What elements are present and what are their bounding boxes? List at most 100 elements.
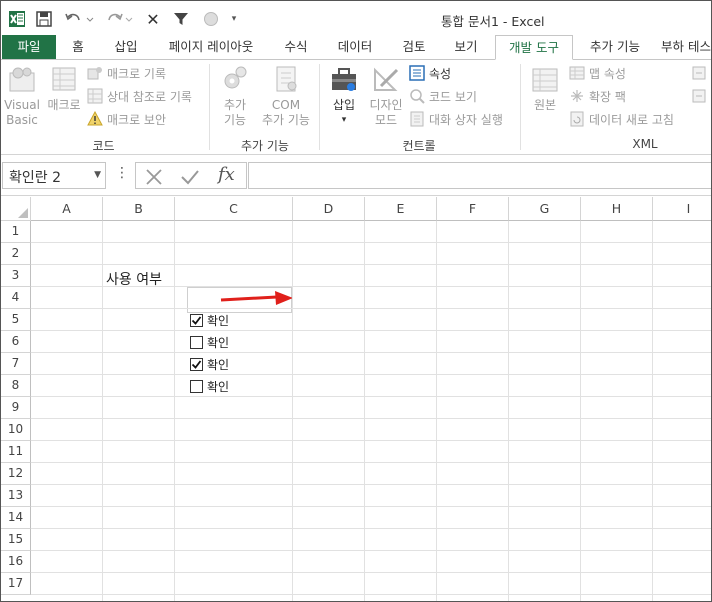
red-arrow-icon xyxy=(220,291,293,305)
view-code-button[interactable]: 코드 보기 xyxy=(409,86,477,106)
gridline-horizontal xyxy=(31,308,711,309)
tab-review[interactable]: 검토 xyxy=(393,35,435,60)
tab-load-test[interactable]: 부하 테스트 xyxy=(661,35,711,60)
checkbox-checked-icon[interactable] xyxy=(190,313,203,327)
column-header-g[interactable]: G xyxy=(509,197,581,221)
tab-view[interactable]: 보기 xyxy=(445,35,487,60)
column-header-a[interactable]: A xyxy=(31,197,103,221)
gridline-horizontal xyxy=(31,396,711,397)
expansion-packs-button[interactable]: 확장 팩 xyxy=(569,86,626,106)
tab-addins[interactable]: 추가 기능 xyxy=(581,35,649,60)
column-header-f[interactable]: F xyxy=(437,197,509,221)
expansion-packs-label: 확장 팩 xyxy=(589,89,626,104)
tab-data[interactable]: 데이터 xyxy=(327,35,383,60)
insert-control-button[interactable]: 삽입 ▾ xyxy=(325,64,363,128)
title-bar: ✕ ▾ 통합 문서1 - Excel xyxy=(1,1,711,37)
redo-icon[interactable] xyxy=(103,10,135,28)
name-box[interactable]: 확인란 2 ▼ xyxy=(2,162,106,189)
run-dialog-label: 대화 상자 실행 xyxy=(429,112,503,127)
addins-button[interactable]: 추가 기능 xyxy=(215,64,255,128)
select-all-corner[interactable] xyxy=(1,197,31,221)
visual-basic-button[interactable]: Visual Basic xyxy=(3,64,41,128)
cancel-icon[interactable] xyxy=(145,168,163,186)
tab-page-layout[interactable]: 페이지 레이아웃 xyxy=(159,35,263,60)
checkbox-unchecked-icon[interactable] xyxy=(190,335,203,349)
tab-formulas[interactable]: 수식 xyxy=(275,35,317,60)
form-checkbox[interactable]: 확인 xyxy=(190,310,229,330)
expansion-packs-icon xyxy=(569,88,585,104)
design-mode-button[interactable]: 디자인 모드 xyxy=(365,64,407,128)
com-addins-button[interactable]: COM 추가 기능 xyxy=(257,64,315,128)
row-header-13[interactable]: 13 xyxy=(1,485,31,507)
column-header-e[interactable]: E xyxy=(365,197,437,221)
row-header-10[interactable]: 10 xyxy=(1,419,31,441)
row-header-17[interactable]: 17 xyxy=(1,573,31,595)
column-header-b[interactable]: B xyxy=(103,197,175,221)
tab-developer[interactable]: 개발 도구 xyxy=(495,35,573,60)
macros-button[interactable]: 매크로 xyxy=(43,64,85,113)
row-header-3[interactable]: 3 xyxy=(1,265,31,287)
customize-qat-icon[interactable]: ▾ xyxy=(227,10,241,28)
addins-label-1: 추가 xyxy=(223,98,247,112)
properties-button[interactable]: 속성 xyxy=(409,63,451,83)
column-header-h[interactable]: H xyxy=(581,197,653,221)
form-checkbox[interactable]: 확인 xyxy=(190,376,229,396)
form-checkbox[interactable]: 확인 xyxy=(190,354,229,374)
row-header-12[interactable]: 12 xyxy=(1,463,31,485)
gridline-horizontal xyxy=(31,418,711,419)
undo-icon[interactable] xyxy=(63,10,95,28)
formula-buttons: fx xyxy=(135,162,247,189)
formula-input[interactable] xyxy=(248,162,711,189)
tab-home[interactable]: 홈 xyxy=(61,35,95,60)
export-button[interactable] xyxy=(691,86,711,106)
relative-refs-button[interactable]: 상대 참조로 기록 xyxy=(87,86,192,106)
run-dialog-button[interactable]: 대화 상자 실행 xyxy=(409,109,503,129)
window-title: 통합 문서1 - Excel xyxy=(441,14,545,29)
refresh-data-button[interactable]: 데이터 새로 고침 xyxy=(569,109,674,129)
macro-security-button[interactable]: 매크로 보안 xyxy=(87,109,166,129)
row-header-6[interactable]: 6 xyxy=(1,331,31,353)
checkbox-unchecked-icon[interactable] xyxy=(190,379,203,393)
form-checkbox[interactable]: 확인 xyxy=(190,332,229,352)
gridline-vertical xyxy=(174,221,175,601)
gridline-vertical xyxy=(652,221,653,601)
tab-file[interactable]: 파일 xyxy=(2,35,56,60)
save-icon[interactable] xyxy=(34,10,54,28)
row-header-9[interactable]: 9 xyxy=(1,397,31,419)
row-header-1[interactable]: 1 xyxy=(1,221,31,243)
ribbon-tabs: 파일 홈 삽입 페이지 레이아웃 수식 데이터 검토 보기 개발 도구 추가 기… xyxy=(1,35,711,60)
column-header-c[interactable]: C xyxy=(175,197,293,221)
row-header-5[interactable]: 5 xyxy=(1,309,31,331)
row-header-14[interactable]: 14 xyxy=(1,507,31,529)
row-header-7[interactable]: 7 xyxy=(1,353,31,375)
run-dialog-icon xyxy=(409,111,425,127)
column-header-i[interactable]: I xyxy=(653,197,711,221)
more-options-icon[interactable]: ⋮ xyxy=(115,165,129,181)
row-header-4[interactable]: 4 xyxy=(1,287,31,309)
excel-logo-icon xyxy=(7,10,27,28)
gridline-vertical xyxy=(102,221,103,601)
chevron-down-icon[interactable]: ▼ xyxy=(94,170,101,180)
group-label-code: 코드 xyxy=(92,139,115,153)
row-header-11[interactable]: 11 xyxy=(1,441,31,463)
gridline-horizontal xyxy=(31,550,711,551)
circle-control-icon[interactable] xyxy=(201,10,221,28)
row-header-16[interactable]: 16 xyxy=(1,551,31,573)
worksheet-grid[interactable]: 사용 여부 A B C D E F G H I 1 2 3 4 5 6 7 8 9 10 11 12 13 14 15 16 17… xyxy=(1,197,711,601)
design-mode-icon xyxy=(374,67,399,91)
import-button[interactable] xyxy=(691,63,711,83)
checkbox-checked-icon[interactable] xyxy=(190,357,203,371)
record-macro-button[interactable]: 매크로 기록 xyxy=(87,63,166,83)
xml-source-button[interactable]: 원본 xyxy=(525,64,565,113)
close-x-icon[interactable]: ✕ xyxy=(145,10,161,29)
column-header-d[interactable]: D xyxy=(293,197,365,221)
row-header-2[interactable]: 2 xyxy=(1,243,31,265)
row-header-15[interactable]: 15 xyxy=(1,529,31,551)
tab-insert[interactable]: 삽입 xyxy=(105,35,147,60)
filter-icon[interactable] xyxy=(171,10,191,28)
map-properties-button[interactable]: 맵 속성 xyxy=(569,63,626,83)
row-header-8[interactable]: 8 xyxy=(1,375,31,397)
addins-label-2: 기능 xyxy=(223,113,247,127)
enter-check-icon[interactable] xyxy=(180,168,200,186)
insert-function-icon[interactable]: fx xyxy=(218,164,235,185)
